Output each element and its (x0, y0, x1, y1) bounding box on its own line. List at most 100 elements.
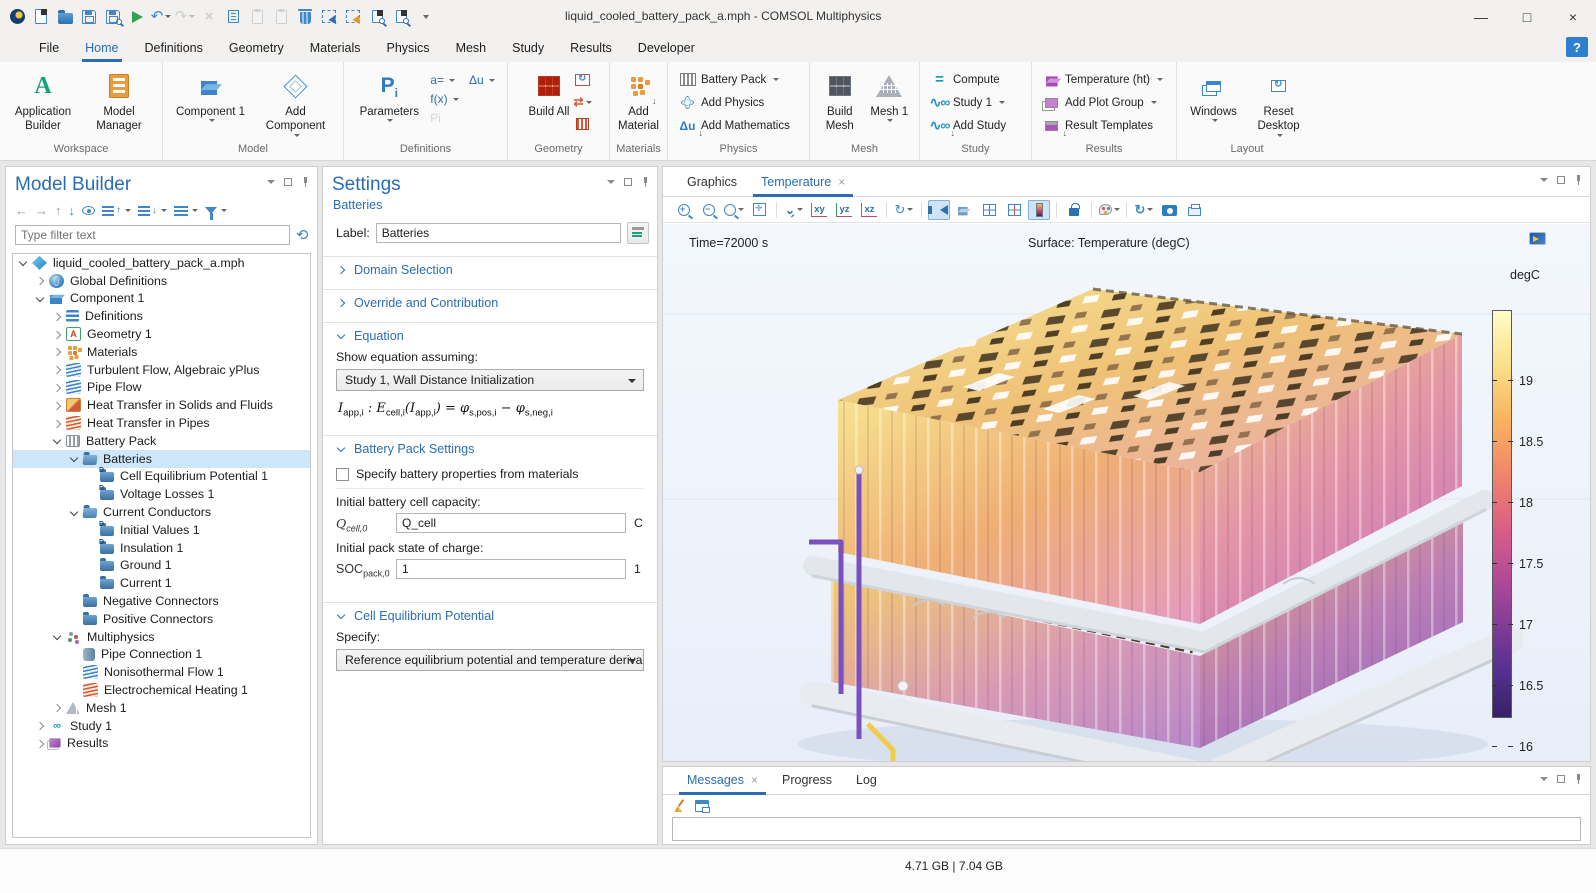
parameter-case-button[interactable]: Pi (427, 110, 497, 126)
chevron-right-icon[interactable] (51, 310, 64, 323)
delete-icon[interactable] (294, 5, 316, 29)
pin-panel-icon[interactable] (1574, 774, 1582, 784)
capacity-input[interactable] (396, 513, 626, 533)
chevron-right-icon[interactable] (51, 363, 64, 376)
tree-item-results[interactable]: Results (13, 735, 310, 753)
save-find-icon[interactable] (102, 5, 124, 29)
clear-messages-icon[interactable] (673, 799, 687, 813)
import-geometry-icon[interactable] (574, 72, 591, 88)
pin-panel-icon[interactable] (641, 177, 649, 187)
expand-all-icon[interactable]: ↓ (138, 205, 167, 216)
label-input[interactable] (376, 223, 621, 243)
tree-item-electrochemical-heating-1[interactable]: Electrochemical Heating 1 (13, 681, 310, 699)
build-all-button[interactable]: Build All (526, 68, 572, 119)
work-plane-icon[interactable] (574, 116, 591, 132)
component-button[interactable]: Component 1 (169, 68, 252, 122)
close-button[interactable]: × (1550, 0, 1596, 33)
tree-item-liquid-cooled-battery-pack-a-mph[interactable]: liquid_cooled_battery_pack_a.mph (13, 254, 310, 272)
chevron-right-icon[interactable] (34, 719, 47, 732)
plot-group-corner-icon[interactable] (1529, 232, 1546, 245)
zoom-box-icon[interactable] (723, 200, 745, 220)
tree-item-global-definitions[interactable]: Global Definitions (13, 272, 310, 290)
tree-item-heat-transfer-in-pipes[interactable]: Heat Transfer in Pipes (13, 414, 310, 432)
tree-item-heat-transfer-in-solids-and-fluids[interactable]: Heat Transfer in Solids and Fluids (13, 396, 310, 414)
float-panel-icon[interactable] (1557, 775, 1565, 783)
chevron-right-icon[interactable] (34, 274, 47, 287)
model-tree-nodes-icon[interactable] (174, 206, 198, 216)
undo-icon[interactable]: ↶ (150, 5, 172, 29)
variables-button[interactable]: a= (427, 72, 458, 88)
tab-graphics[interactable]: Graphics (677, 169, 747, 196)
create-parameter-icon[interactable] (627, 222, 649, 244)
update-icon[interactable]: ↻ (1133, 200, 1155, 220)
maximize-button[interactable]: □ (1504, 0, 1550, 33)
chevron-down-icon[interactable] (68, 452, 81, 465)
move-up-icon[interactable]: ↑ (55, 203, 62, 218)
section-domain-selection[interactable]: Domain Selection (323, 257, 657, 282)
pin-panel-icon[interactable] (301, 177, 309, 187)
section-cell-equilibrium[interactable]: Cell Equilibrium Potential (323, 603, 657, 628)
menu-geometry[interactable]: Geometry (216, 35, 297, 61)
menu-file[interactable]: File (26, 35, 72, 61)
tree-item-turbulent-flow-algebraic-yplus[interactable]: Turbulent Flow, Algebraic yPlus (13, 361, 310, 379)
graphics-canvas[interactable]: Time=72000 s Surface: Temperature (degC)… (663, 224, 1590, 761)
equation-assumption-dropdown[interactable]: Study 1, Wall Distance Initialization (336, 369, 644, 391)
tree-item-insulation-1[interactable]: Insulation 1 (13, 539, 310, 557)
orthographic-icon[interactable] (1003, 200, 1025, 220)
run-icon[interactable] (126, 5, 148, 29)
tree-item-negative-connectors[interactable]: Negative Connectors (13, 592, 310, 610)
functions-button[interactable]: f(x) (427, 91, 497, 107)
zoom-out-icon[interactable]: − (698, 200, 720, 220)
result-templates-button[interactable]: Result Templates (1038, 115, 1158, 136)
scene-light-icon[interactable] (953, 200, 975, 220)
add-component-button[interactable]: Add Component (254, 68, 337, 137)
clear-selection-icon[interactable] (342, 5, 364, 29)
add-study-button[interactable]: ∿∞Add Study (926, 115, 1011, 136)
tree-item-cell-equilibrium-potential-1[interactable]: Cell Equilibrium Potential 1 (13, 468, 310, 486)
chevron-right-icon[interactable] (51, 701, 64, 714)
grid-icon[interactable] (978, 200, 1000, 220)
specify-from-materials-checkbox[interactable] (336, 468, 349, 481)
tree-item-definitions[interactable]: Definitions (13, 307, 310, 325)
windows-button[interactable]: Windows (1183, 68, 1244, 122)
tree-item-voltage-losses-1[interactable]: Voltage Losses 1 (13, 485, 310, 503)
nonlocal-couplings-button[interactable]: Δu (466, 72, 498, 88)
tree-item-battery-pack[interactable]: Battery Pack (13, 432, 310, 450)
float-panel-icon[interactable] (624, 178, 632, 186)
zoom-extents-icon[interactable] (748, 200, 770, 220)
mesh1-button[interactable]: Mesh 1 (866, 68, 914, 122)
duplicate-icon[interactable] (270, 5, 292, 29)
tree-item-current-1[interactable]: Current 1 (13, 574, 310, 592)
panel-menu-icon[interactable] (1540, 178, 1548, 182)
color-legend-icon[interactable] (1028, 200, 1050, 220)
add-physics-button[interactable]: Add Physics (674, 92, 769, 113)
color-theme-icon[interactable] (1098, 200, 1120, 220)
refresh-icon[interactable]: ⟳ (296, 226, 309, 244)
panel-menu-icon[interactable] (607, 180, 615, 184)
menu-definitions[interactable]: Definitions (132, 35, 216, 61)
chevron-right-icon[interactable] (51, 328, 64, 341)
zoom-in-icon[interactable]: + (673, 200, 695, 220)
pin-panel-icon[interactable] (1574, 175, 1582, 185)
print-icon[interactable] (1183, 200, 1205, 220)
menu-study[interactable]: Study (499, 35, 557, 61)
chevron-down-icon[interactable] (51, 434, 64, 447)
collapse-all-icon[interactable]: ↑ (102, 205, 131, 216)
chevron-down-icon[interactable] (68, 506, 81, 519)
tree-item-geometry-1[interactable]: Geometry 1 (13, 325, 310, 343)
tree-item-current-conductors[interactable]: Current Conductors (13, 503, 310, 521)
messages-output[interactable] (672, 817, 1581, 841)
view-yz-icon[interactable]: yz (833, 200, 855, 220)
open-file-icon[interactable] (54, 5, 76, 29)
section-battery-pack-settings[interactable]: Battery Pack Settings (323, 436, 657, 461)
image-snapshot-icon[interactable] (1158, 200, 1180, 220)
section-equation[interactable]: Equation (323, 323, 657, 348)
float-panel-icon[interactable] (284, 178, 292, 186)
tree-item-ground-1[interactable]: Ground 1 (13, 557, 310, 575)
model-manager-button[interactable]: Model Manager (82, 68, 156, 134)
forward-icon[interactable]: → (35, 203, 48, 218)
find-table-icon[interactable] (390, 5, 412, 29)
soc-input[interactable] (396, 559, 626, 579)
chevron-right-icon[interactable] (34, 737, 47, 750)
minimize-button[interactable]: — (1458, 0, 1504, 33)
